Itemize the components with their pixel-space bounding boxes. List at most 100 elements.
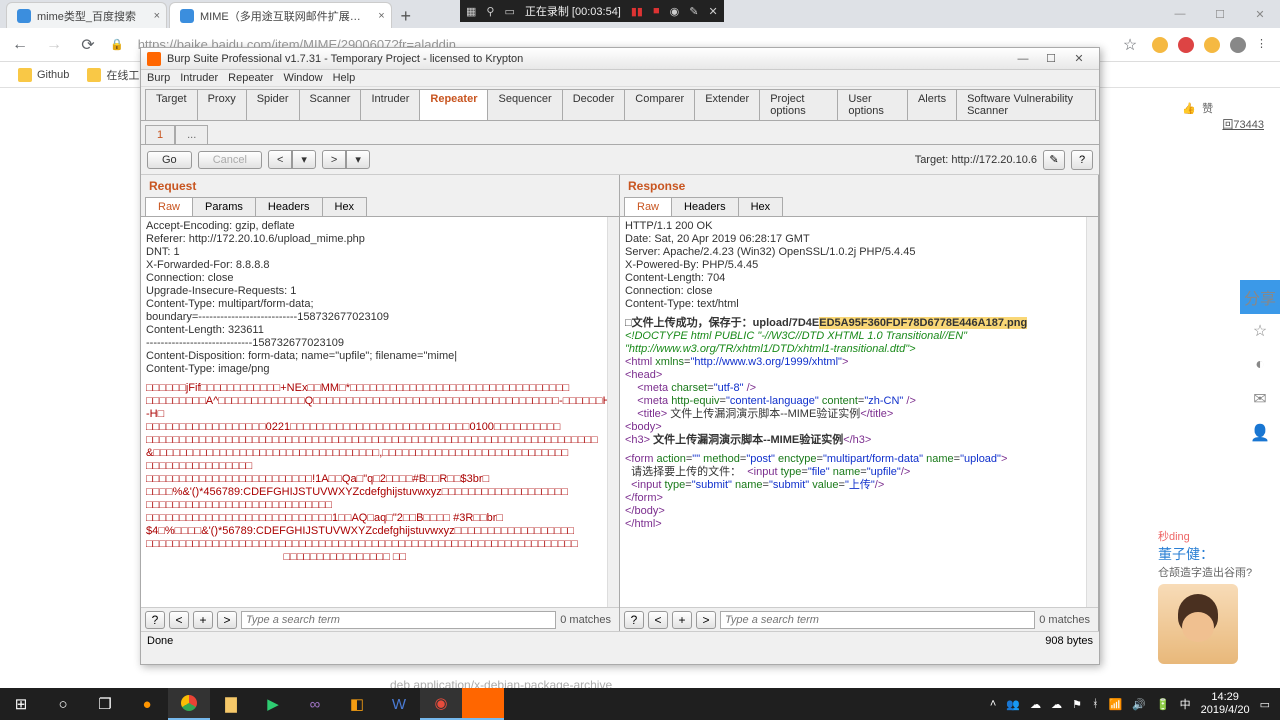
back-button[interactable]: ← [8,36,32,54]
menu-window[interactable]: Window [283,72,322,84]
menu-burp[interactable]: Burp [147,72,170,84]
tab-params[interactable]: Params [192,197,256,216]
top-tab-software-vulnerability-scanner[interactable]: Software Vulnerability Scanner [956,89,1096,120]
browser-tab-0[interactable]: mime类型_百度搜索 × [6,2,167,28]
top-tab-extender[interactable]: Extender [694,89,760,120]
crop-icon[interactable]: ▭ [504,5,514,18]
grid-icon[interactable]: ▦ [466,5,476,18]
top-tab-decoder[interactable]: Decoder [562,89,626,120]
star-icon[interactable]: ☆ [1118,35,1142,55]
top-tab-scanner[interactable]: Scanner [299,89,362,120]
taskview-button[interactable]: ❐ [84,688,126,720]
tray-chevron-icon[interactable]: ˄ [990,698,996,710]
prev-dropdown[interactable]: ▾ [292,150,316,169]
top-tab-intruder[interactable]: Intruder [360,89,420,120]
tab-raw[interactable]: Raw [145,197,193,216]
star-icon[interactable]: ☆ [1240,314,1280,348]
taskbar-app2[interactable]: W [378,688,420,720]
menu-icon[interactable]: ⋮ [1256,37,1272,53]
weibo-icon[interactable]: ◐ [1240,348,1280,382]
burp-titlebar[interactable]: Burp Suite Professional v1.7.31 - Tempor… [141,48,1099,70]
help-button[interactable]: ? [624,611,644,629]
tab-headers[interactable]: Headers [255,197,323,216]
ext-2[interactable] [1178,37,1194,53]
top-tab-spider[interactable]: Spider [246,89,300,120]
search-input[interactable] [241,611,556,629]
pen-icon[interactable]: ✎ [689,5,698,18]
minimize-button[interactable]: — [1160,0,1200,28]
bookmark-github[interactable]: Github [18,68,69,82]
taskbar-app1[interactable]: ◧ [336,688,378,720]
tray-notifications-icon[interactable]: ▭ [1260,698,1270,711]
add-button[interactable]: + [193,611,213,629]
taskbar-explorer[interactable]: ▇ [210,688,252,720]
like-button[interactable]: 👍 赞 [1182,100,1264,116]
next-button[interactable]: > [322,150,346,169]
prev-button[interactable]: < [268,150,292,169]
search-input[interactable] [720,611,1035,629]
taskbar-chrome[interactable] [168,688,210,720]
tray-security-icon[interactable]: ⚑ [1072,698,1082,711]
request-body[interactable]: Accept-Encoding: gzip, deflateReferer: h… [141,217,619,607]
close-button[interactable]: ✕ [1065,52,1093,65]
top-tab-proxy[interactable]: Proxy [197,89,247,120]
taskbar-burp[interactable] [462,688,504,720]
next-dropdown[interactable]: ▾ [346,150,370,169]
top-tab-alerts[interactable]: Alerts [907,89,957,120]
comments-link[interactable]: 回73443 [1222,119,1264,131]
tab-hex[interactable]: Hex [322,197,368,216]
close-icon[interactable]: ✕ [708,5,717,18]
minimize-button[interactable]: — [1009,53,1037,65]
tray-people-icon[interactable]: 👥 [1006,698,1020,711]
close-icon[interactable]: × [378,10,384,22]
taskbar-media[interactable]: ▶ [252,688,294,720]
ext-1[interactable] [1152,37,1168,53]
add-button[interactable]: + [672,611,692,629]
top-tab-project-options[interactable]: Project options [759,89,838,120]
next-match-button[interactable]: > [696,611,716,629]
wechat-icon[interactable]: ✉ [1240,382,1280,416]
tray-volume-icon[interactable]: 🔊 [1132,698,1146,711]
ext-3[interactable] [1204,37,1220,53]
tray-wifi-icon[interactable]: 📶 [1109,698,1123,711]
cortana-button[interactable]: ○ [42,688,84,720]
top-tab-target[interactable]: Target [145,89,198,120]
qq-icon[interactable]: 👤 [1240,416,1280,450]
next-match-button[interactable]: > [217,611,237,629]
top-tab-user-options[interactable]: User options [837,89,908,120]
stop-icon[interactable]: ■ [653,5,660,17]
profile-icon[interactable] [1230,37,1246,53]
tab-hex[interactable]: Hex [738,197,784,216]
search-icon[interactable]: ⚲ [486,5,494,18]
prev-match-button[interactable]: < [648,611,668,629]
scrollbar[interactable] [1086,217,1098,607]
help-button[interactable]: ? [145,611,165,629]
close-button[interactable]: ✕ [1240,0,1280,28]
scrollbar[interactable] [607,217,619,607]
prev-match-button[interactable]: < [169,611,189,629]
menu-intruder[interactable]: Intruder [180,72,218,84]
taskbar-firefox[interactable]: ● [126,688,168,720]
top-tab-repeater[interactable]: Repeater [419,89,488,120]
tray-battery-icon[interactable]: 🔋 [1156,698,1170,711]
response-body[interactable]: HTTP/1.1 200 OKDate: Sat, 20 Apr 2019 06… [620,217,1098,607]
promo-box[interactable]: 秒ding 董子健： 仓颉造字造出谷雨? [1158,528,1268,664]
start-button[interactable]: ⊞ [0,688,42,720]
taskbar-vscode[interactable]: ∞ [294,688,336,720]
go-button[interactable]: Go [147,151,192,169]
top-tab-comparer[interactable]: Comparer [624,89,695,120]
maximize-button[interactable]: ☐ [1037,52,1065,65]
tray-cloud-icon[interactable]: ☁ [1030,698,1041,711]
edit-target-button[interactable]: ✎ [1043,150,1065,170]
repeater-tab-new[interactable]: ... [175,125,208,144]
maximize-button[interactable]: ☐ [1200,0,1240,28]
browser-tab-1[interactable]: MIME（多用途互联网邮件扩展… × [169,2,392,28]
share-button[interactable]: 分享 [1240,280,1280,314]
help-button[interactable]: ? [1071,150,1093,170]
tab-headers[interactable]: Headers [671,197,739,216]
taskbar-recorder[interactable]: ◉ [420,688,462,720]
reload-button[interactable]: ⟳ [76,35,100,55]
tray-bluetooth-icon[interactable]: ᚼ [1092,698,1099,710]
tray-onedrive-icon[interactable]: ☁ [1051,698,1062,711]
repeater-tab-1[interactable]: 1 [145,125,175,144]
